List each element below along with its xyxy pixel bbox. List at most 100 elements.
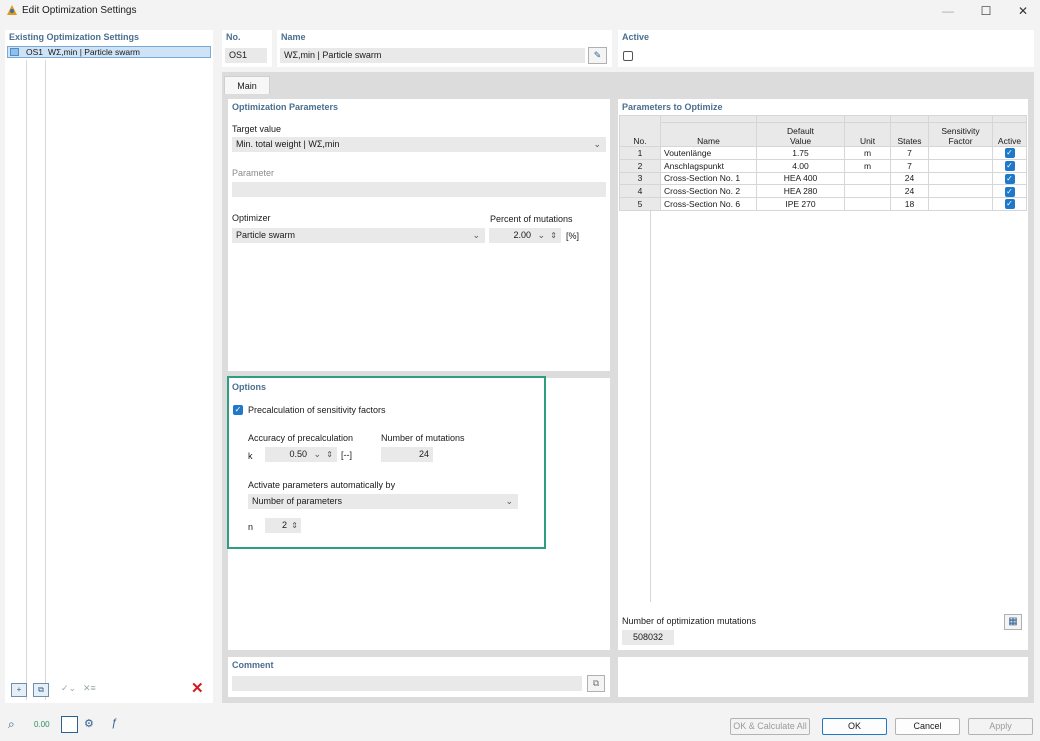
window-title: Edit Optimization Settings [22, 5, 137, 16]
row-name[interactable]: Anschlagspunkt [660, 158, 757, 173]
checkbox-icon[interactable]: ✓ [1004, 161, 1015, 172]
table-row[interactable]: 1 Voutenlänge 1.75 m 7 ✓ [619, 146, 1027, 160]
options-highlight-frame [227, 376, 546, 549]
col-active: Active [992, 122, 1027, 147]
row-value[interactable]: 4.00 [756, 158, 845, 173]
row-name[interactable]: Cross-Section No. 1 [660, 171, 757, 186]
checkbox-icon[interactable]: ✓ [1004, 199, 1015, 210]
check-icon[interactable]: ✓⌄ [61, 683, 77, 697]
optimizer-select[interactable]: Particle swarm ⌄ [232, 228, 485, 243]
mutations-input[interactable]: 2.00 ⌄ ⇕ [489, 228, 561, 243]
name-section: Name WΣ,min | Particle swarm ✎ [277, 30, 612, 67]
list-item[interactable]: OS1 WΣ,min | Particle swarm [7, 46, 211, 58]
chevron-down-icon[interactable]: ⌄ [537, 228, 545, 243]
optimizer-text: Particle swarm [236, 230, 296, 240]
no-label: No. [226, 32, 241, 42]
row-no: 3 [619, 171, 661, 186]
total-mutations-field: 508032 [622, 630, 674, 645]
optimization-parameters-panel: Optimization Parameters Target value Min… [228, 99, 610, 371]
col-sensitivity: Sensitivity Factor [928, 122, 993, 147]
comment-side-panel [618, 657, 1028, 697]
target-value-select[interactable]: Min. total weight | WΣ,min ⌄ [232, 137, 606, 152]
row-name[interactable]: Voutenlänge [660, 146, 757, 160]
title-bar: Edit Optimization Settings — ☐ ✕ [0, 0, 1040, 22]
table-row[interactable]: 5 Cross-Section No. 6 IPE 270 18 ✓ [619, 197, 1027, 211]
ok-button[interactable]: OK [822, 718, 887, 735]
apply-button[interactable]: Apply [968, 718, 1033, 735]
row-active[interactable]: ✓ [992, 197, 1027, 211]
col-states: States [890, 122, 929, 147]
calculator-icon[interactable]: ▦ [1004, 614, 1022, 630]
row-name[interactable]: Cross-Section No. 2 [660, 184, 757, 199]
mutations-label: Percent of mutations [490, 214, 573, 224]
table-row[interactable]: 3 Cross-Section No. 1 HEA 400 24 ✓ [619, 171, 1027, 186]
row-no: 4 [619, 184, 661, 199]
tab-main[interactable]: Main [224, 76, 270, 94]
list-item-no: OS1 [26, 47, 44, 57]
params-title: Parameters to Optimize [622, 102, 723, 112]
row-states: 24 [890, 171, 929, 186]
tree-line [45, 60, 46, 700]
list-item-name: WΣ,min | Particle swarm [48, 47, 140, 57]
col-default-value: Default Value [756, 122, 845, 147]
name-field[interactable]: WΣ,min | Particle swarm [280, 48, 585, 63]
row-active[interactable]: ✓ [992, 184, 1027, 199]
row-states: 24 [890, 184, 929, 199]
opt-params-title: Optimization Parameters [232, 102, 339, 112]
total-mutations-label: Number of optimization mutations [622, 616, 757, 626]
spinner-icon[interactable]: ⇕ [550, 228, 557, 243]
decimal-icon[interactable]: 0.00 [34, 717, 50, 733]
mutations-unit: [%] [566, 231, 580, 241]
cancel-button[interactable]: Cancel [895, 718, 960, 735]
row-name[interactable]: Cross-Section No. 6 [660, 197, 757, 211]
maximize-button[interactable]: ☐ [971, 2, 1001, 20]
search-icon[interactable]: ⌕ [8, 717, 24, 733]
minimize-button[interactable]: — [933, 2, 963, 20]
active-label: Active [622, 32, 650, 42]
ok-calculate-all-button[interactable]: OK & Calculate All [730, 718, 810, 735]
uncheck-icon[interactable]: ✕≡ [83, 683, 99, 697]
no-field[interactable]: OS1 [225, 48, 267, 63]
col-unit: Unit [844, 122, 891, 147]
row-value[interactable]: HEA 400 [756, 171, 845, 186]
parameter-select[interactable] [232, 182, 606, 197]
mutations-value: 2.00 [513, 230, 531, 240]
row-active[interactable]: ✓ [992, 158, 1027, 173]
table-row[interactable]: 4 Cross-Section No. 2 HEA 280 24 ✓ [619, 184, 1027, 199]
settings-list-pane: Existing Optimization Settings OS1 WΣ,mi… [5, 30, 213, 703]
row-factor [928, 197, 993, 211]
new-icon[interactable]: + [11, 683, 27, 697]
chevron-down-icon: ⌄ [472, 230, 480, 240]
color-box-icon[interactable] [61, 716, 78, 733]
row-no: 1 [619, 146, 661, 160]
row-active[interactable]: ✓ [992, 146, 1027, 160]
settings-icon[interactable]: ⚙ [84, 717, 100, 733]
active-checkbox[interactable] [623, 51, 633, 61]
row-states: 18 [890, 197, 929, 211]
edit-name-icon[interactable]: ✎ [588, 47, 607, 64]
optimizer-label: Optimizer [232, 213, 271, 223]
function-icon[interactable]: ƒ [111, 717, 127, 733]
parameter-label: Parameter [232, 168, 275, 178]
checkbox-icon[interactable]: ✓ [1004, 186, 1015, 197]
row-value[interactable]: IPE 270 [756, 197, 845, 211]
row-active[interactable]: ✓ [992, 171, 1027, 186]
copy-icon[interactable]: ⧉ [33, 683, 49, 697]
row-factor [928, 184, 993, 199]
row-value[interactable]: 1.75 [756, 146, 845, 160]
row-unit [844, 184, 891, 199]
checkbox-icon[interactable]: ✓ [1004, 173, 1015, 184]
row-states: 7 [890, 158, 929, 173]
table-row[interactable]: 2 Anschlagspunkt 4.00 m 7 ✓ [619, 158, 1027, 173]
params-table: No. Name Default Value Unit States Sensit… [619, 115, 1027, 211]
row-unit [844, 197, 891, 211]
comment-input[interactable] [232, 676, 582, 691]
delete-icon[interactable]: ✕ [191, 681, 207, 697]
checkbox-icon[interactable]: ✓ [1004, 148, 1015, 159]
comment-copy-icon[interactable]: ⧉ [587, 675, 605, 692]
target-value-label: Target value [232, 124, 282, 134]
row-value[interactable]: HEA 280 [756, 184, 845, 199]
row-no: 5 [619, 197, 661, 211]
row-unit [844, 171, 891, 186]
close-button[interactable]: ✕ [1008, 2, 1038, 20]
